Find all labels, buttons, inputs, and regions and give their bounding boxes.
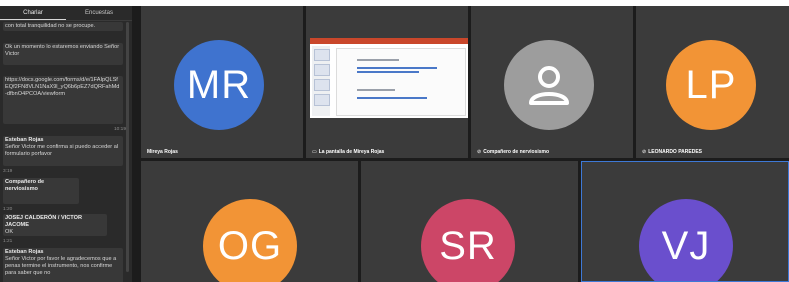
chat-message-text: OK bbox=[5, 229, 14, 235]
slide-link-line bbox=[357, 67, 437, 69]
chat-sender: Esteban Rojas bbox=[5, 137, 44, 143]
chat-message: Ok un momento lo estaremos enviando Seño… bbox=[3, 43, 123, 65]
slide-link-line bbox=[357, 71, 419, 73]
participant-tile-sr[interactable]: SR bbox=[361, 161, 578, 282]
chat-message-text: con total tranquilidad no se procupe. bbox=[5, 23, 96, 29]
chat-sender: JOSEJ CALDERÓN / VICTOR JACOME bbox=[5, 215, 82, 228]
participant-name: Mireya Rojas bbox=[147, 149, 178, 155]
message-time: 10:19 bbox=[113, 127, 126, 132]
avatar bbox=[504, 40, 594, 130]
video-conference-window: Charlar Encuestas con total tranquilidad… bbox=[0, 6, 789, 282]
avatar: LP bbox=[666, 40, 756, 130]
participant-tile-vj-active-speaker[interactable]: VJ bbox=[581, 161, 789, 282]
chat-message: Compañero de nerviosismo bbox=[3, 178, 79, 204]
slide-thumbnail bbox=[314, 79, 330, 91]
shared-screen bbox=[310, 38, 468, 118]
chat-message-text: Ok un momento lo estaremos enviando Seño… bbox=[5, 44, 120, 57]
avatar: OG bbox=[203, 199, 297, 282]
tab-chat[interactable]: Charlar bbox=[0, 6, 66, 20]
slide-thumbnail bbox=[314, 49, 330, 61]
slide-thumbnail bbox=[314, 64, 330, 76]
participant-tile-screen-share[interactable]: ▭ La pantalla de Mireya Rojas bbox=[306, 6, 468, 158]
screen-share-icon: ▭ bbox=[312, 149, 317, 155]
message-time: 3:19 bbox=[3, 169, 13, 174]
participant-name: ⊘ LEONARDO PAREDES bbox=[642, 149, 702, 155]
participant-name: ▭ La pantalla de Mireya Rojas bbox=[312, 149, 384, 155]
message-time: 1:21 bbox=[3, 239, 13, 244]
chat-tabs: Charlar Encuestas bbox=[0, 6, 132, 21]
chat-message: https://docs.google.com/forms/d/e/1FAIpQ… bbox=[3, 76, 123, 124]
slide-link-line bbox=[357, 97, 427, 99]
chat-sender: Compañero de nerviosismo bbox=[5, 179, 45, 192]
slide-thumbnails bbox=[312, 46, 330, 116]
participant-tile-companero[interactable]: ⊘ Compañero de nerviosismo bbox=[471, 6, 633, 158]
muted-mic-icon: ⊘ bbox=[642, 149, 647, 155]
participant-tile-mr[interactable]: MR Mireya Rojas bbox=[141, 6, 303, 158]
muted-mic-icon: ⊘ bbox=[477, 149, 482, 155]
presentation-ribbon bbox=[310, 38, 468, 44]
chat-message-link[interactable]: https://docs.google.com/forms/d/e/1FAIpQ… bbox=[5, 77, 119, 97]
message-time: 1:20 bbox=[3, 207, 13, 212]
chat-message: con total tranquilidad no se procupe. bbox=[3, 22, 123, 31]
chat-message-text: Señor Victor por favor le agradecemos qu… bbox=[5, 256, 117, 276]
chat-scrollbar[interactable] bbox=[126, 22, 129, 272]
chat-sender: Esteban Rojas bbox=[5, 249, 44, 255]
user-icon bbox=[529, 66, 569, 105]
chat-message: JOSEJ CALDERÓN / VICTOR JACOME OK bbox=[3, 214, 107, 236]
participant-name-text: Compañero de nerviosismo bbox=[483, 149, 550, 155]
avatar: SR bbox=[421, 199, 515, 282]
avatar: VJ bbox=[639, 199, 733, 281]
slide-text-line bbox=[357, 59, 399, 61]
chat-panel: Charlar Encuestas con total tranquilidad… bbox=[0, 6, 132, 282]
chat-message: Esteban Rojas Señor Victor por favor le … bbox=[3, 248, 123, 282]
avatar: MR bbox=[174, 40, 264, 130]
slide-thumbnail bbox=[314, 94, 330, 106]
chat-message: Esteban Rojas Señor Victor me confirma s… bbox=[3, 136, 123, 166]
tab-polls[interactable]: Encuestas bbox=[66, 6, 132, 20]
participant-name-text: LEONARDO PAREDES bbox=[648, 149, 703, 155]
participant-tile-og[interactable]: OG bbox=[141, 161, 358, 282]
slide-text-line bbox=[357, 89, 395, 91]
participant-name: ⊘ Compañero de nerviosismo bbox=[477, 149, 549, 155]
participant-tile-lp[interactable]: LP ⊘ LEONARDO PAREDES bbox=[636, 6, 789, 158]
participant-name-text: La pantalla de Mireya Rojas bbox=[318, 149, 385, 155]
slide-page bbox=[336, 48, 466, 116]
chat-message-text: Señor Victor me confirma si puedo accede… bbox=[5, 144, 119, 157]
